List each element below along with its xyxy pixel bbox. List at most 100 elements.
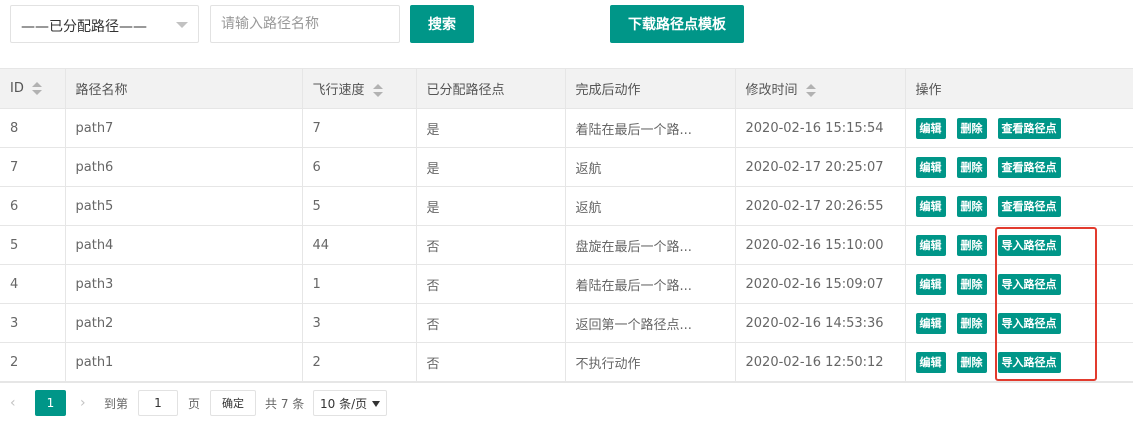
current-page-button[interactable]: 1 (35, 390, 66, 416)
sort-icon[interactable] (372, 84, 383, 97)
delete-button[interactable]: 删除 (956, 312, 987, 334)
col-time-label: 修改时间 (745, 83, 798, 98)
row-actions: 编辑 删除 查看路径点 (915, 117, 1123, 139)
path-name-search-input[interactable] (210, 5, 400, 43)
col-name: 路径名称 (65, 68, 303, 109)
delete-button[interactable]: 删除 (956, 117, 987, 139)
cell-id: 6 (0, 186, 66, 226)
path-assignment-select[interactable]: ——已分配路径—— (10, 5, 199, 43)
cell-ops: 编辑 删除 导入路径点 (905, 264, 1133, 304)
cell-assigned: 是 (416, 147, 566, 187)
cell-ops: 编辑 删除 导入路径点 (905, 342, 1133, 382)
cell-id: 5 (0, 225, 66, 265)
cell-name: path7 (65, 108, 303, 148)
edit-button[interactable]: 编辑 (915, 195, 946, 217)
cell-name: path1 (65, 342, 303, 382)
table-row: 8 path7 7 是着陆在最后一个路... 2020-02-16 15:15:54 编辑… (0, 108, 1133, 148)
col-action: 完成后动作 (565, 68, 736, 109)
goto-label: 到第 (104, 397, 129, 411)
col-speed[interactable]: 飞行速度 (302, 68, 417, 109)
cell-time: 2020-02-16 15:09:07 (735, 264, 906, 304)
cell-speed: 3 (302, 303, 417, 343)
confirm-goto-button[interactable]: 确定 (210, 390, 256, 416)
col-id[interactable]: ID (0, 68, 66, 109)
cell-ops: 编辑 删除 导入路径点 (905, 303, 1133, 343)
cell-assigned: 否 (416, 264, 566, 304)
cell-speed: 7 (302, 108, 417, 148)
table-row: 4 path3 1 否着陆在最后一个路... 2020-02-16 15:09:07 编辑… (0, 264, 1133, 304)
search-button[interactable]: 搜索 (410, 5, 474, 43)
cell-time: 2020-02-16 15:15:54 (735, 108, 906, 148)
cell-ops: 编辑 删除 查看路径点 (905, 147, 1133, 187)
cell-name: path3 (65, 264, 303, 304)
view-waypoints-button[interactable]: 查看路径点 (997, 156, 1061, 178)
cell-action: 着陆在最后一个路... (565, 108, 736, 148)
col-ops-label: 操作 (915, 83, 942, 98)
edit-button[interactable]: 编辑 (915, 312, 946, 334)
table-row: 5 path4 44 否盘旋在最后一个路... 2020-02-16 15:10:00 编… (0, 225, 1133, 265)
table-row: 3 path2 3 否返回第一个路径点... 2020-02-16 14:53:36 编辑… (0, 303, 1133, 343)
edit-button[interactable]: 编辑 (915, 234, 946, 256)
cell-name: path6 (65, 147, 303, 187)
cell-id: 7 (0, 147, 66, 187)
row-actions: 编辑 删除 查看路径点 (915, 156, 1123, 178)
filter-toolbar: ——已分配路径—— 搜索 下载路径点模板 (0, 0, 1133, 68)
cell-id: 4 (0, 264, 66, 304)
cell-name: path5 (65, 186, 303, 226)
cell-assigned: 是 (416, 186, 566, 226)
table-row: 2 path1 2 否不执行动作 2020-02-16 12:50:12 编辑 删除 导入路径… (0, 342, 1133, 382)
cell-time: 2020-02-16 15:10:00 (735, 225, 906, 265)
col-ops: 操作 (905, 68, 1133, 109)
cell-action: 盘旋在最后一个路... (565, 225, 736, 265)
col-assigned: 已分配路径点 (416, 68, 566, 109)
view-waypoints-button[interactable]: 查看路径点 (997, 195, 1061, 217)
delete-button[interactable]: 删除 (956, 351, 987, 373)
next-page-icon[interactable]: › (80, 395, 86, 411)
delete-button[interactable]: 删除 (956, 273, 987, 295)
cell-speed: 44 (302, 225, 417, 265)
table-row: 6 path5 5 是返航 2020-02-17 20:26:55 编辑 删除 查看路径点 (0, 186, 1133, 226)
import-waypoints-button[interactable]: 导入路径点 (997, 273, 1061, 295)
cell-assigned: 否 (416, 303, 566, 343)
chevron-down-icon (372, 401, 380, 407)
import-waypoints-button[interactable]: 导入路径点 (997, 234, 1061, 256)
goto-page-input[interactable] (138, 390, 178, 416)
cell-speed: 6 (302, 147, 417, 187)
edit-button[interactable]: 编辑 (915, 351, 946, 373)
delete-button[interactable]: 删除 (956, 156, 987, 178)
delete-button[interactable]: 删除 (956, 234, 987, 256)
cell-assigned: 否 (416, 225, 566, 265)
chevron-down-icon (176, 22, 188, 28)
sort-icon[interactable] (31, 82, 42, 95)
cell-ops: 编辑 删除 查看路径点 (905, 186, 1133, 226)
edit-button[interactable]: 编辑 (915, 117, 946, 139)
cell-id: 3 (0, 303, 66, 343)
cell-ops: 编辑 删除 查看路径点 (905, 108, 1133, 148)
total-count: 共 7 条 (265, 397, 305, 411)
view-waypoints-button[interactable]: 查看路径点 (997, 117, 1061, 139)
import-waypoints-button[interactable]: 导入路径点 (997, 312, 1061, 334)
col-name-label: 路径名称 (75, 83, 128, 98)
path-table: ID 路径名称 飞行速度 已分配路径点 完成后动作 修改时间 操作 8 path7… (0, 68, 1133, 382)
delete-button[interactable]: 删除 (956, 195, 987, 217)
cell-action: 着陆在最后一个路... (565, 264, 736, 304)
select-value: ——已分配路径—— (21, 19, 147, 35)
cell-id: 8 (0, 108, 66, 148)
page-size-select[interactable]: 10 条/页 (313, 390, 387, 416)
cell-time: 2020-02-17 20:25:07 (735, 147, 906, 187)
col-speed-label: 飞行速度 (312, 83, 365, 98)
import-waypoints-button[interactable]: 导入路径点 (997, 351, 1061, 373)
col-id-label: ID (10, 81, 24, 96)
cell-action: 返航 (565, 186, 736, 226)
edit-button[interactable]: 编辑 (915, 156, 946, 178)
cell-assigned: 是 (416, 108, 566, 148)
row-actions: 编辑 删除 查看路径点 (915, 195, 1123, 217)
col-action-label: 完成后动作 (575, 83, 641, 98)
col-time[interactable]: 修改时间 (735, 68, 906, 109)
sort-icon[interactable] (805, 84, 816, 97)
cell-action: 不执行动作 (565, 342, 736, 382)
cell-name: path2 (65, 303, 303, 343)
prev-page-icon[interactable]: ‹ (10, 395, 16, 411)
edit-button[interactable]: 编辑 (915, 273, 946, 295)
download-template-button[interactable]: 下载路径点模板 (610, 5, 744, 43)
